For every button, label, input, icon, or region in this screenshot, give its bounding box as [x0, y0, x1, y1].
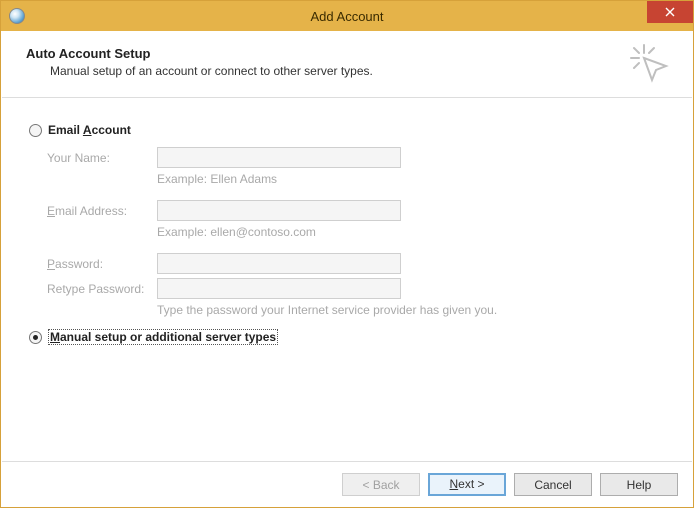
header-subtitle: Manual setup of an account or connect to… [50, 64, 668, 78]
add-account-window: Add Account Auto Account Setup Manual se… [0, 0, 694, 508]
window-title: Add Account [1, 9, 693, 24]
option-manual-setup[interactable]: Manual setup or additional server types [29, 329, 665, 345]
titlebar: Add Account [1, 1, 693, 31]
wizard-footer: < Back Next > Cancel Help [2, 461, 692, 507]
cancel-button[interactable]: Cancel [514, 473, 592, 496]
password-field [157, 253, 401, 274]
email-label: Email Address: [47, 204, 157, 218]
option-manual-setup-label: Manual setup or additional server types [48, 329, 278, 345]
help-button[interactable]: Help [600, 473, 678, 496]
back-button: < Back [342, 473, 420, 496]
password-label: Password: [47, 257, 157, 271]
radio-manual-setup[interactable] [29, 331, 42, 344]
your-name-hint: Example: Ellen Adams [157, 172, 277, 186]
retype-password-field [157, 278, 401, 299]
close-icon [665, 7, 675, 17]
email-field [157, 200, 401, 221]
option-email-account[interactable]: Email Account [29, 123, 665, 137]
option-email-account-label: Email Account [48, 123, 131, 137]
email-hint: Example: ellen@contoso.com [157, 225, 316, 239]
your-name-field [157, 147, 401, 168]
retype-password-label: Retype Password: [47, 282, 157, 296]
wizard-header: Auto Account Setup Manual setup of an ac… [2, 32, 692, 98]
next-button[interactable]: Next > [428, 473, 506, 496]
header-title: Auto Account Setup [26, 46, 668, 61]
cursor-click-icon [628, 42, 672, 86]
password-hint: Type the password your Internet service … [157, 303, 497, 317]
close-button[interactable] [647, 1, 693, 23]
your-name-label: Your Name: [47, 151, 157, 165]
radio-email-account[interactable] [29, 124, 42, 137]
email-account-form: Your Name: Example: Ellen Adams Email Ad… [47, 147, 665, 317]
wizard-content: Email Account Your Name: Example: Ellen … [1, 99, 693, 345]
